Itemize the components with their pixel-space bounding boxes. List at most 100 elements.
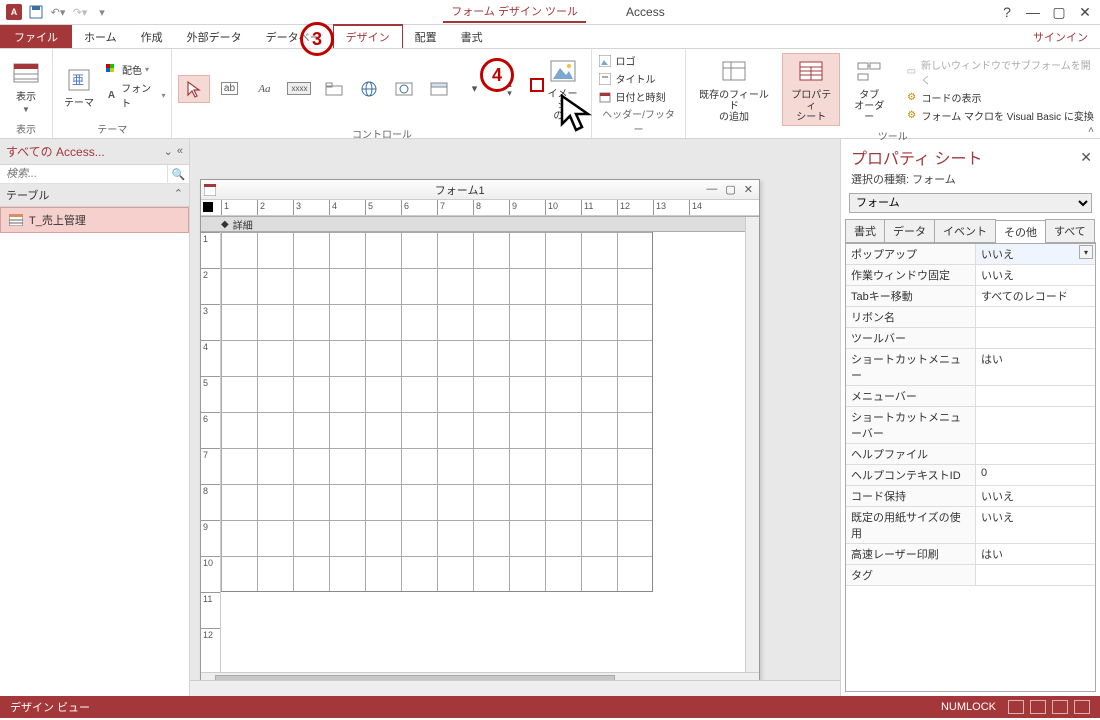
- property-row[interactable]: ツールバー: [846, 328, 1095, 349]
- control-button[interactable]: xxxx: [283, 75, 315, 103]
- property-row[interactable]: Tabキー移動すべてのレコード: [846, 286, 1095, 307]
- save-icon[interactable]: [28, 4, 44, 20]
- tab-order-button[interactable]: タブ オーダー: [846, 54, 893, 125]
- themes-button[interactable]: 亜 テーマ: [59, 62, 99, 111]
- form-design-surface[interactable]: [221, 232, 759, 672]
- logo-button[interactable]: ロゴ: [598, 53, 665, 68]
- subform-new-window-button[interactable]: ▭新しいウィンドウでサブフォームを開く: [905, 57, 1094, 87]
- view-code-button[interactable]: ⚙コードの表示: [905, 90, 1094, 105]
- property-value[interactable]: はい: [976, 349, 1095, 385]
- property-value[interactable]: はい: [976, 544, 1095, 564]
- control-option-group[interactable]: ▾: [458, 75, 490, 103]
- design-view-icon[interactable]: [1074, 700, 1090, 714]
- tab-database-tools[interactable]: データベー: [254, 25, 333, 48]
- property-value[interactable]: [976, 328, 1095, 348]
- property-value[interactable]: [976, 386, 1095, 406]
- property-value[interactable]: いいえ▾: [976, 244, 1095, 264]
- tab-create[interactable]: 作成: [129, 25, 175, 48]
- nav-item-table[interactable]: T_売上管理: [0, 207, 189, 233]
- mdi-horizontal-scrollbar[interactable]: [190, 680, 840, 696]
- control-tab[interactable]: [318, 75, 350, 103]
- property-row[interactable]: メニューバー: [846, 386, 1095, 407]
- property-sheet-button[interactable]: プロパティ シート: [782, 53, 840, 126]
- property-row[interactable]: 既定の用紙サイズの使用いいえ: [846, 507, 1095, 544]
- nav-dropdown-icon[interactable]: ⌄: [164, 145, 173, 158]
- horizontal-ruler[interactable]: 123 456 789 101112 1314: [201, 200, 759, 216]
- property-value[interactable]: いいえ: [976, 507, 1095, 543]
- minimize-icon[interactable]: —: [1026, 5, 1040, 19]
- property-row[interactable]: ヘルプファイル: [846, 444, 1095, 465]
- property-row[interactable]: タグ: [846, 565, 1095, 586]
- tab-file[interactable]: ファイル: [0, 25, 72, 48]
- fonts-button[interactable]: Aフォント▾: [105, 80, 165, 110]
- form-close-icon[interactable]: ✕: [744, 183, 753, 196]
- control-label[interactable]: Aa: [248, 75, 280, 103]
- tab-home[interactable]: ホーム: [72, 25, 129, 48]
- property-value[interactable]: すべてのレコード: [976, 286, 1095, 306]
- property-row[interactable]: リボン名: [846, 307, 1095, 328]
- redo-icon[interactable]: ↷▾: [72, 4, 88, 20]
- title-button[interactable]: タイトル: [598, 71, 665, 86]
- ps-tab-event[interactable]: イベント: [934, 219, 996, 242]
- property-value[interactable]: [976, 565, 1095, 585]
- property-sheet-close-icon[interactable]: ✕: [1080, 149, 1092, 166]
- control-textbox[interactable]: ab: [213, 75, 245, 103]
- property-row[interactable]: ショートカットメニューはい: [846, 349, 1095, 386]
- ps-tab-data[interactable]: データ: [884, 219, 935, 242]
- convert-macros-button[interactable]: ⚙フォーム マクロを Visual Basic に変換: [905, 108, 1094, 123]
- form-view-icon[interactable]: [1008, 700, 1024, 714]
- search-icon[interactable]: 🔍: [167, 165, 189, 183]
- property-row[interactable]: ヘルプコンテキストID0: [846, 465, 1095, 486]
- datasheet-view-icon[interactable]: [1030, 700, 1046, 714]
- add-existing-fields-button[interactable]: 既存のフィールド の追加: [692, 54, 777, 125]
- control-web-browser[interactable]: [388, 75, 420, 103]
- dropdown-icon[interactable]: ▾: [1079, 245, 1093, 259]
- form-vertical-scrollbar[interactable]: [745, 217, 759, 672]
- layout-view-icon[interactable]: [1052, 700, 1068, 714]
- tab-arrange[interactable]: 配置: [403, 25, 449, 48]
- tab-external-data[interactable]: 外部データ: [175, 25, 254, 48]
- qat-customize-icon[interactable]: ▾: [94, 4, 110, 20]
- nav-search-input[interactable]: [0, 165, 167, 183]
- property-value[interactable]: いいえ: [976, 486, 1095, 506]
- form-minimize-icon[interactable]: —: [706, 183, 717, 196]
- property-row[interactable]: コード保持いいえ: [846, 486, 1095, 507]
- control-select[interactable]: [178, 75, 210, 103]
- restore-icon[interactable]: ▢: [1052, 5, 1066, 19]
- property-row[interactable]: 高速レーザー印刷はい: [846, 544, 1095, 565]
- ps-tab-format[interactable]: 書式: [845, 219, 885, 242]
- ps-tab-other[interactable]: その他: [995, 220, 1046, 243]
- property-row[interactable]: ポップアップいいえ▾: [846, 244, 1095, 265]
- property-row[interactable]: 作業ウィンドウ固定いいえ: [846, 265, 1095, 286]
- property-value[interactable]: [976, 407, 1095, 443]
- close-icon[interactable]: ✕: [1078, 5, 1092, 19]
- insert-image-button[interactable]: イメージ の...: [540, 53, 586, 124]
- undo-icon[interactable]: ↶▾: [50, 4, 66, 20]
- property-value[interactable]: [976, 307, 1095, 327]
- form-maximize-icon[interactable]: ▢: [725, 183, 735, 196]
- tab-design[interactable]: デザイン: [333, 24, 403, 48]
- property-value[interactable]: いいえ: [976, 265, 1095, 285]
- form-window-titlebar[interactable]: フォーム1 — ▢ ✕: [201, 180, 759, 200]
- vertical-ruler[interactable]: 123 456 789 101112: [201, 232, 221, 672]
- property-value[interactable]: 0: [976, 465, 1095, 485]
- tab-format[interactable]: 書式: [449, 25, 495, 48]
- ps-tab-all[interactable]: すべて: [1045, 219, 1095, 242]
- detail-section-bar[interactable]: ◆ 詳細: [201, 216, 759, 232]
- collapse-ribbon-icon[interactable]: ˄: [1088, 125, 1094, 136]
- property-value[interactable]: [976, 444, 1095, 464]
- object-selector-combo[interactable]: フォーム: [849, 193, 1092, 213]
- property-row[interactable]: ショートカットメニューバー: [846, 407, 1095, 444]
- control-navigation[interactable]: [423, 75, 455, 103]
- nav-shutter-icon[interactable]: «: [177, 145, 183, 158]
- sign-in-link[interactable]: サインイン: [1021, 25, 1100, 48]
- control-hyperlink[interactable]: [353, 75, 385, 103]
- control-more[interactable]: ▴▾: [493, 75, 525, 103]
- help-icon[interactable]: ?: [1000, 5, 1014, 19]
- datetime-button[interactable]: 日付と時刻: [598, 89, 665, 104]
- form-selector[interactable]: [203, 202, 213, 212]
- nav-group-tables[interactable]: テーブル ⌃: [0, 184, 189, 207]
- colors-button[interactable]: 配色▾: [105, 62, 165, 77]
- nav-header[interactable]: すべての Access... ⌄«: [0, 139, 189, 165]
- view-button[interactable]: 表示 ▼: [6, 56, 46, 116]
